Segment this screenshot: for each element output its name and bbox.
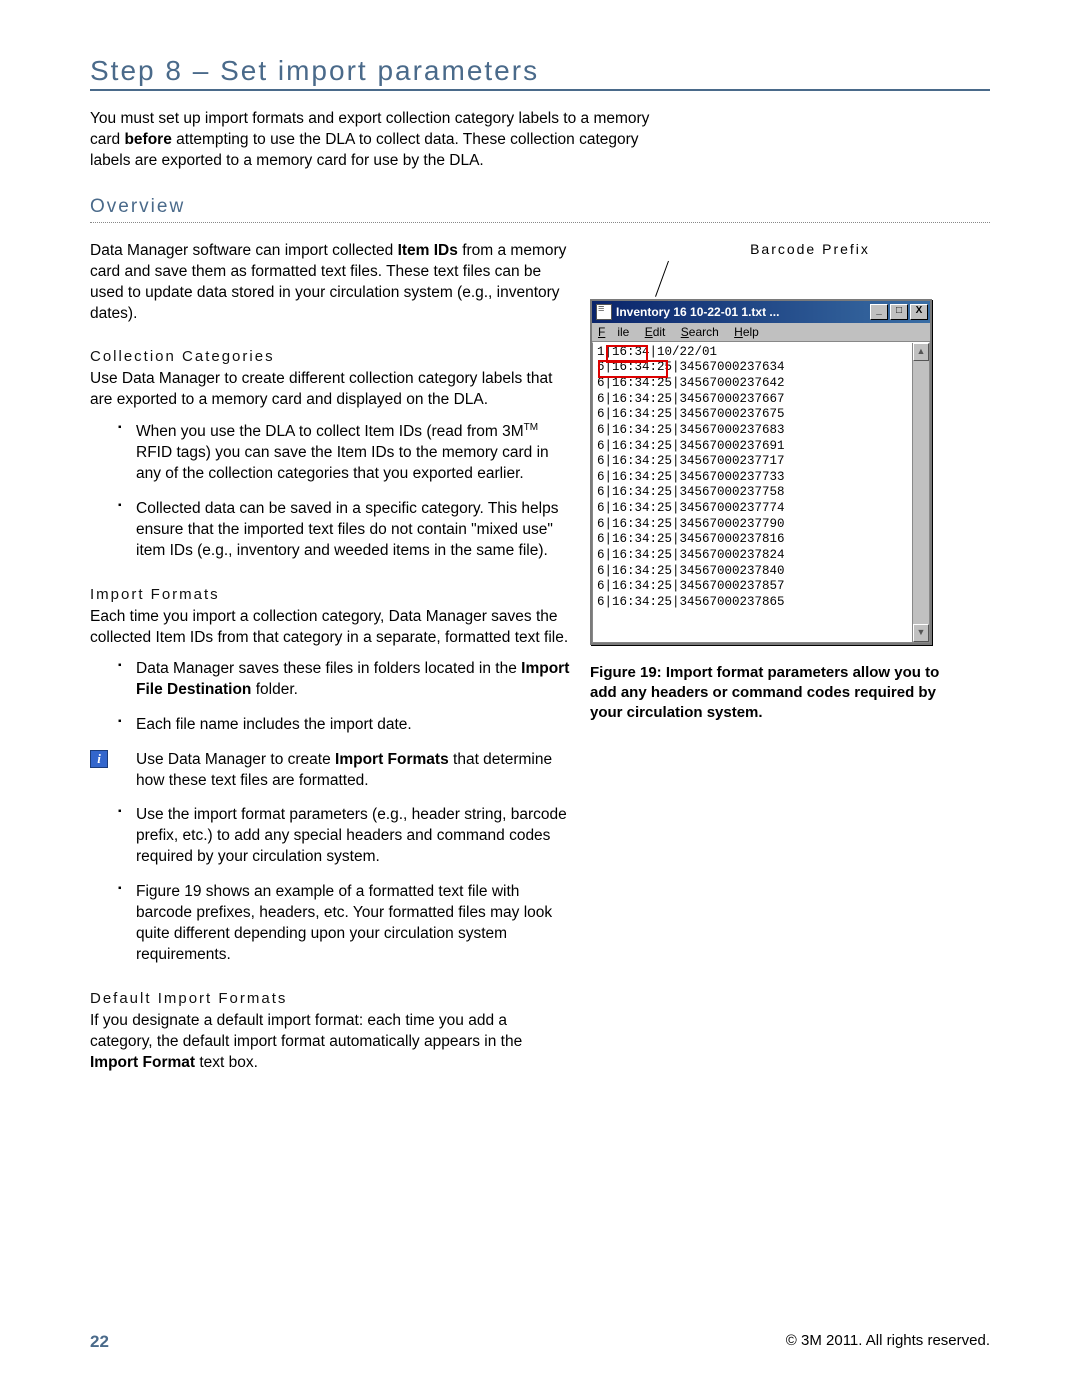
- menu-file[interactable]: File: [598, 325, 629, 339]
- figure-caption: Figure 19: Import format parameters allo…: [590, 663, 970, 724]
- dif-paragraph: If you designate a default import format…: [90, 1011, 570, 1074]
- intro-paragraph: You must set up import formats and expor…: [90, 109, 650, 172]
- overview-text-a: Data Manager software can import collect…: [90, 242, 398, 259]
- window-title: Inventory 16 10-22-01 1.txt ...: [616, 305, 870, 319]
- dif-c: text box.: [195, 1054, 258, 1071]
- overview-heading: Overview: [90, 196, 990, 223]
- info-icon: i: [90, 750, 108, 768]
- if-b3-a: Use Data Manager to create: [136, 751, 335, 768]
- if-b1-a: Data Manager saves these files in folder…: [136, 660, 521, 677]
- right-column: Barcode Prefix Inventory 16 10-22-01 1.t…: [590, 241, 970, 1090]
- collection-categories-heading: Collection Categories: [90, 348, 570, 365]
- overview-paragraph: Data Manager software can import collect…: [90, 241, 570, 325]
- left-column: Data Manager software can import collect…: [90, 241, 570, 1090]
- minimize-button[interactable]: _: [870, 304, 888, 320]
- if-b3-bold: Import Formats: [335, 751, 449, 768]
- window-menubar: File Edit Search Help: [592, 323, 930, 342]
- intro-bold: before: [124, 131, 171, 148]
- if-bullet-4: Use the import format parameters (e.g., …: [118, 805, 570, 868]
- cc-b1-a: When you use the DLA to collect Item IDs…: [136, 423, 524, 440]
- page-footer: 22 © 3M 2011. All rights reserved.: [90, 1332, 990, 1352]
- intro-text-b: attempting to use the DLA to collect dat…: [90, 131, 639, 169]
- if-b1-c: folder.: [251, 681, 298, 698]
- dif-a: If you designate a default import format…: [90, 1012, 522, 1050]
- if-bullet-list: Data Manager saves these files in folder…: [90, 659, 570, 966]
- barcode-prefix-label: Barcode Prefix: [650, 241, 970, 257]
- if-bullet-2: Each file name includes the import date.: [118, 715, 570, 736]
- document-icon: [596, 304, 612, 320]
- window-titlebar: Inventory 16 10-22-01 1.txt ... _ □ X: [592, 301, 930, 323]
- copyright-text: © 3M 2011. All rights reserved.: [786, 1332, 990, 1352]
- cc-bullet-list: When you use the DLA to collect Item IDs…: [90, 421, 570, 562]
- pointer-line: [655, 261, 669, 297]
- if-bullet-1: Data Manager saves these files in folder…: [118, 659, 570, 701]
- default-import-formats-heading: Default Import Formats: [90, 990, 570, 1007]
- if-paragraph: Each time you import a collection catego…: [90, 607, 570, 649]
- menu-search[interactable]: Search: [681, 325, 719, 339]
- scroll-down-icon[interactable]: ▼: [913, 624, 929, 642]
- if-bullet-5: Figure 19 shows an example of a formatte…: [118, 882, 570, 966]
- cc-bullet-1: When you use the DLA to collect Item IDs…: [118, 421, 570, 485]
- tm-mark: TM: [524, 422, 538, 433]
- scrollbar[interactable]: ▲ ▼: [912, 343, 929, 642]
- overview-bold: Item IDs: [398, 242, 458, 259]
- close-button[interactable]: X: [910, 304, 928, 320]
- menu-help[interactable]: Help: [734, 325, 759, 339]
- cc-paragraph: Use Data Manager to create different col…: [90, 369, 570, 411]
- scroll-up-icon[interactable]: ▲: [913, 343, 929, 361]
- page-number: 22: [90, 1332, 109, 1352]
- page-title: Step 8 – Set import parameters: [90, 55, 990, 91]
- text-content: 1|16:34|10/22/01 6|16:34:25|345670002376…: [593, 343, 912, 642]
- menu-edit[interactable]: Edit: [645, 325, 666, 339]
- cc-bullet-2: Collected data can be saved in a specifi…: [118, 499, 570, 562]
- notepad-window: Inventory 16 10-22-01 1.txt ... _ □ X Fi…: [590, 299, 932, 645]
- cc-b1-b: RFID tags) you can save the Item IDs to …: [136, 444, 549, 482]
- import-formats-heading: Import Formats: [90, 586, 570, 603]
- maximize-button[interactable]: □: [890, 304, 908, 320]
- dif-bold: Import Format: [90, 1054, 195, 1071]
- if-bullet-3: i Use Data Manager to create Import Form…: [118, 750, 570, 792]
